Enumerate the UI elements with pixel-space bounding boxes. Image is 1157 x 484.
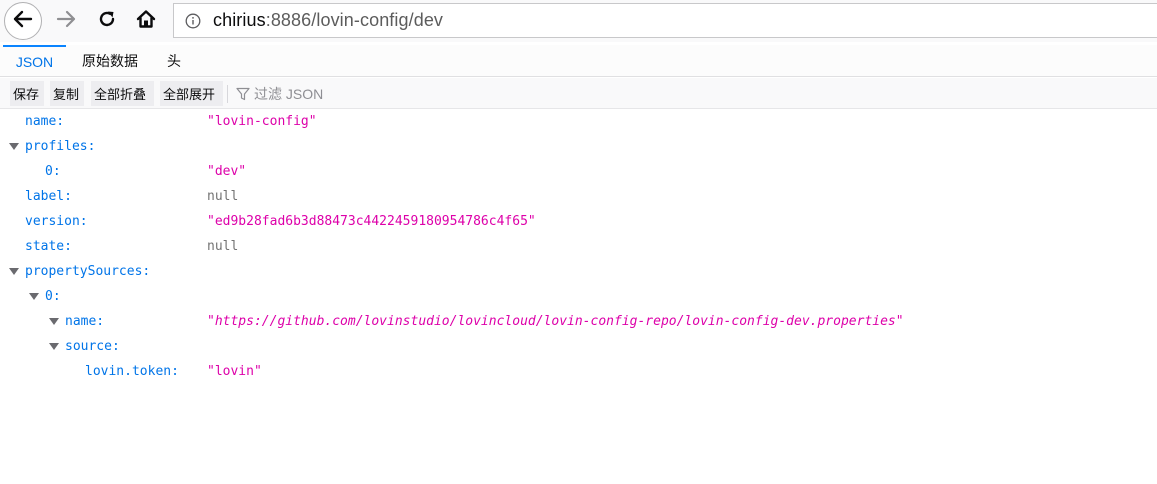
tab-headers[interactable]: 头: [158, 45, 190, 76]
expand-all-button[interactable]: 全部展开: [160, 81, 223, 106]
collapse-all-button[interactable]: 全部折叠: [91, 81, 154, 106]
expand-triangle-icon[interactable]: [9, 268, 19, 275]
json-key: 0:: [45, 289, 61, 304]
back-button[interactable]: [4, 2, 42, 40]
expand-triangle-icon[interactable]: [9, 143, 19, 150]
info-icon[interactable]: [185, 13, 201, 29]
json-row-propertysources-0[interactable]: 0:: [0, 285, 1157, 310]
browser-navbar: chirius:8886/lovin-config/dev: [0, 0, 1157, 42]
tab-json[interactable]: JSON: [3, 45, 66, 76]
json-row-source[interactable]: source:: [0, 335, 1157, 360]
expand-triangle-icon[interactable]: [49, 318, 59, 325]
home-button[interactable]: [131, 6, 161, 36]
forward-arrow-icon: [55, 10, 77, 32]
json-row-label[interactable]: label: null: [0, 185, 1157, 210]
json-key: source:: [65, 339, 120, 354]
viewer-tabbar: JSON 原始数据 头: [0, 45, 1157, 77]
url-path: :8886/lovin-config/dev: [265, 10, 444, 30]
json-row-version[interactable]: version: "ed9b28fad6b3d88473c44224591809…: [0, 210, 1157, 235]
json-value-null: null: [207, 239, 239, 254]
json-key: state:: [25, 239, 72, 254]
filter-icon: [236, 87, 250, 101]
filter-json-input[interactable]: [254, 82, 424, 105]
json-value-url[interactable]: "https://github.com/lovinstudio/lovinclo…: [207, 314, 904, 329]
forward-button[interactable]: [51, 6, 81, 36]
json-value-string: "lovin-config": [207, 114, 317, 129]
json-key: 0:: [45, 164, 61, 179]
json-key: profiles:: [25, 139, 96, 154]
json-key: lovin.token:: [85, 364, 179, 379]
json-value-string: "ed9b28fad6b3d88473c4422459180954786c4f6…: [207, 214, 536, 229]
json-row-lovin-token[interactable]: lovin.token: "lovin": [0, 360, 1157, 385]
url-host: chirius: [213, 10, 266, 30]
json-value-string: "dev": [207, 164, 247, 179]
back-arrow-icon: [13, 10, 33, 32]
json-toolbar: 保存 复制 全部折叠 全部展开: [0, 78, 1157, 109]
json-row-profiles[interactable]: profiles:: [0, 135, 1157, 160]
url-bar[interactable]: chirius:8886/lovin-config/dev: [173, 3, 1157, 38]
json-key: label:: [25, 189, 72, 204]
json-row-source-name[interactable]: name: "https://github.com/lovinstudio/lo…: [0, 310, 1157, 335]
reload-button[interactable]: [92, 6, 122, 36]
expand-triangle-icon[interactable]: [49, 343, 59, 350]
tab-raw-data[interactable]: 原始数据: [72, 45, 148, 76]
json-row-propertysources[interactable]: propertySources:: [0, 260, 1157, 285]
json-key: propertySources:: [25, 264, 151, 279]
toolbar-divider: [227, 85, 228, 103]
json-row-state[interactable]: state: null: [0, 235, 1157, 260]
copy-button[interactable]: 复制: [50, 81, 84, 106]
save-button[interactable]: 保存: [10, 81, 44, 106]
json-tree: name: "lovin-config" profiles: 0: "dev" …: [0, 110, 1157, 385]
json-value-null: null: [207, 189, 239, 204]
url-text[interactable]: chirius:8886/lovin-config/dev: [213, 10, 443, 31]
home-icon: [136, 9, 156, 33]
json-row-profiles-0[interactable]: 0: "dev": [0, 160, 1157, 185]
json-key: name:: [65, 314, 105, 329]
json-value-string: "lovin": [207, 364, 262, 379]
json-key: name:: [25, 114, 65, 129]
json-row-name[interactable]: name: "lovin-config": [0, 110, 1157, 135]
expand-triangle-icon[interactable]: [29, 293, 39, 300]
json-key: version:: [25, 214, 88, 229]
reload-icon: [97, 9, 117, 33]
filter-box[interactable]: [236, 81, 436, 106]
